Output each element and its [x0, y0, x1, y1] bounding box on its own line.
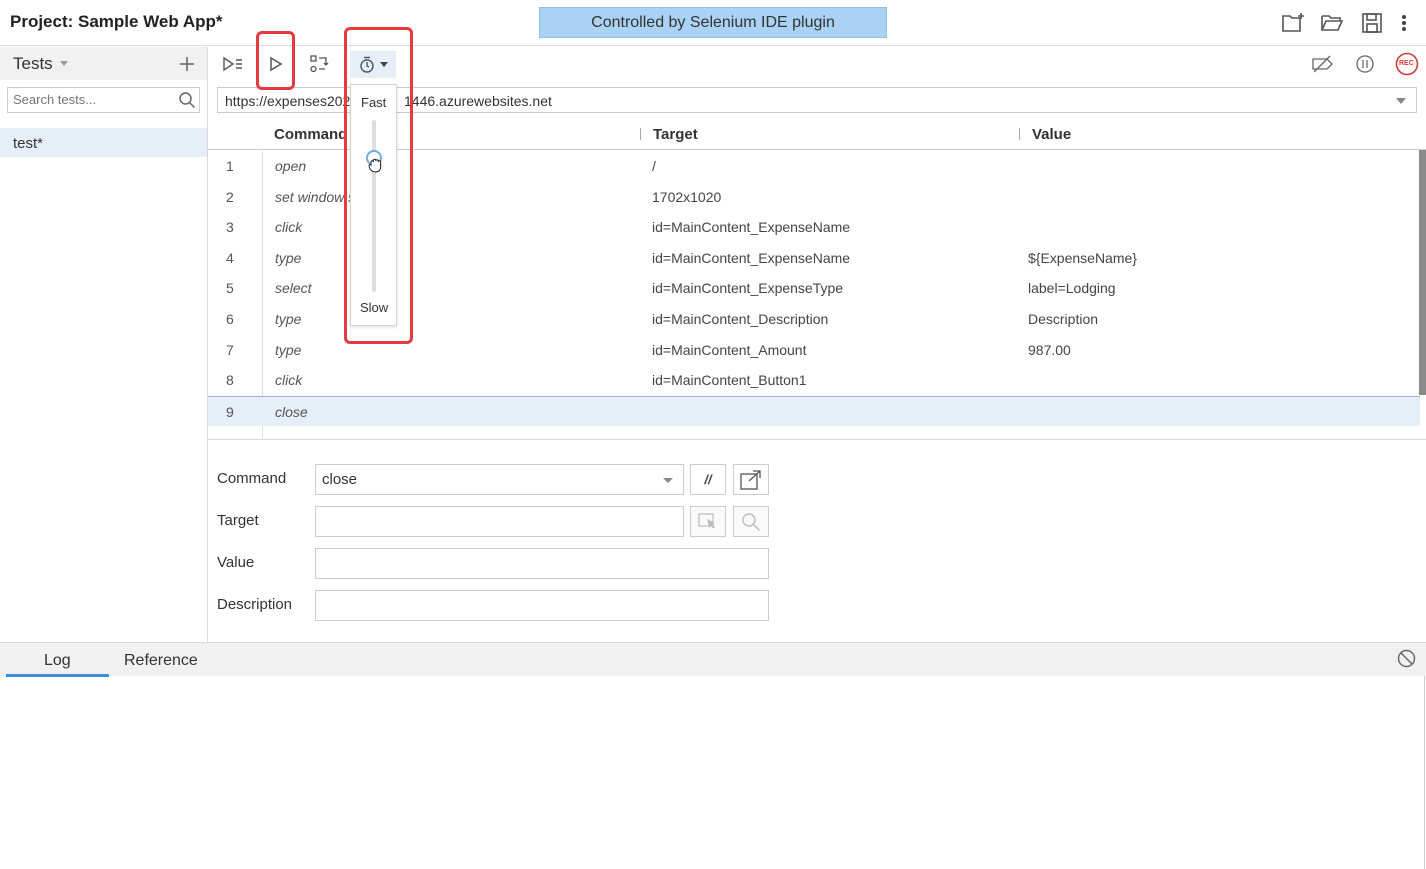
run-all-tests-button[interactable]	[219, 51, 247, 77]
header: Project: Sample Web App* Controlled by S…	[0, 0, 1426, 46]
target-cell: id=MainContent_ExpenseName	[652, 249, 851, 266]
tab-log[interactable]: Log	[44, 652, 71, 670]
open-in-new-icon	[740, 469, 761, 490]
value-column-header: Value	[1032, 126, 1072, 143]
description-label: Description	[217, 596, 293, 613]
grab-cursor-icon	[368, 157, 382, 176]
window-border	[1424, 676, 1425, 869]
column-divider[interactable]	[1019, 128, 1020, 140]
tests-header: Tests	[0, 47, 207, 80]
select-target-button[interactable]	[690, 506, 726, 537]
search-icon[interactable]	[178, 91, 196, 112]
target-label: Target	[217, 512, 259, 529]
selenium-plugin-banner: Controlled by Selenium IDE plugin	[539, 7, 887, 38]
command-cell: type	[275, 310, 302, 327]
target-cell: id=MainContent_Button1	[652, 372, 807, 389]
project-label: Project:	[10, 12, 74, 31]
tests-sidebar: Tests test*	[0, 47, 208, 642]
row-number: 4	[226, 249, 234, 266]
test-name: test*	[13, 135, 44, 152]
command-cell: click	[275, 372, 303, 389]
base-url-visible-start: https://expenses202	[225, 93, 351, 109]
command-column-header: Command	[274, 126, 348, 143]
row-number: 6	[226, 310, 234, 327]
test-list-item[interactable]: test*	[0, 128, 207, 157]
search-input[interactable]	[13, 92, 173, 107]
target-cell: /	[652, 158, 656, 174]
target-cell: id=MainContent_Description	[652, 310, 829, 327]
target-cell: id=MainContent_ExpenseName	[652, 219, 851, 236]
value-cell: ${ExpenseName}	[1028, 249, 1137, 266]
speed-slider-track[interactable]	[372, 120, 376, 292]
active-tab-indicator	[6, 674, 109, 677]
command-label: Command	[217, 470, 287, 487]
tests-dropdown[interactable]: Tests	[13, 54, 53, 74]
target-cell: id=MainContent_Amount	[652, 341, 807, 358]
command-cell: open	[275, 158, 307, 174]
select-target-icon	[698, 512, 715, 528]
project-name[interactable]: Sample Web App*	[78, 12, 223, 32]
command-cell: click	[275, 219, 303, 236]
row-number: 3	[226, 219, 234, 236]
open-reference-button[interactable]	[733, 464, 769, 495]
find-target-button[interactable]	[733, 506, 769, 537]
command-cell: select	[275, 280, 312, 297]
chevron-down-icon[interactable]	[663, 478, 673, 483]
open-project-icon[interactable]	[1319, 10, 1345, 36]
target-cell: id=MainContent_ExpenseType	[652, 280, 844, 297]
console-tabs: Log Reference	[0, 642, 1426, 677]
comment-out-button[interactable]: //	[690, 464, 726, 495]
run-button-highlight	[256, 31, 295, 90]
chevron-down-icon[interactable]	[60, 61, 68, 66]
row-number: 8	[226, 372, 234, 389]
row-number: 1	[226, 158, 234, 174]
command-value: close	[322, 471, 358, 488]
row-number: 9	[226, 403, 234, 420]
tab-reference[interactable]: Reference	[124, 652, 198, 670]
chevron-down-icon[interactable]	[1396, 98, 1406, 104]
command-cell: type	[275, 249, 302, 266]
command-select[interactable]: close	[315, 464, 684, 495]
pause-on-exceptions-button[interactable]	[1351, 51, 1379, 77]
step-over-button[interactable]	[305, 51, 333, 77]
row-number: 7	[226, 341, 234, 358]
command-cell: close	[275, 403, 308, 420]
add-test-button[interactable]	[176, 50, 198, 76]
new-project-icon[interactable]	[1280, 10, 1306, 36]
rec-label: REC	[1399, 60, 1414, 67]
more-options-icon[interactable]	[1392, 10, 1416, 36]
value-input[interactable]	[315, 548, 769, 579]
disable-breakpoints-button[interactable]	[1308, 51, 1336, 77]
target-cell: 1702x1020	[652, 188, 722, 205]
table-row[interactable]: 8 click id=MainContent_Button1	[208, 365, 1420, 396]
save-project-icon[interactable]	[1359, 10, 1385, 36]
row-number: 2	[226, 188, 234, 205]
clear-log-icon[interactable]	[1397, 649, 1416, 671]
table-row[interactable]: 9 close	[208, 395, 1420, 427]
column-divider[interactable]	[640, 128, 641, 140]
command-cell: type	[275, 341, 302, 358]
description-input[interactable]	[315, 590, 769, 621]
base-url-visible-end: 1446.azurewebsites.net	[404, 93, 552, 109]
value-label: Value	[217, 554, 255, 571]
record-button[interactable]: REC	[1393, 51, 1421, 77]
comment-label: //	[704, 472, 712, 487]
search-icon	[742, 512, 760, 531]
table-scrollbar[interactable]	[1419, 150, 1426, 395]
search-box	[7, 87, 200, 113]
target-column-header: Target	[653, 126, 698, 143]
fast-label: Fast	[361, 95, 387, 110]
value-cell: Description	[1028, 310, 1099, 327]
value-cell: label=Lodging	[1028, 280, 1116, 297]
target-input[interactable]	[315, 506, 684, 537]
slow-label: Slow	[360, 300, 389, 315]
speed-slider-popup: Fast Slow	[350, 84, 397, 326]
value-cell: 987.00	[1028, 341, 1071, 358]
row-number: 5	[226, 280, 234, 297]
